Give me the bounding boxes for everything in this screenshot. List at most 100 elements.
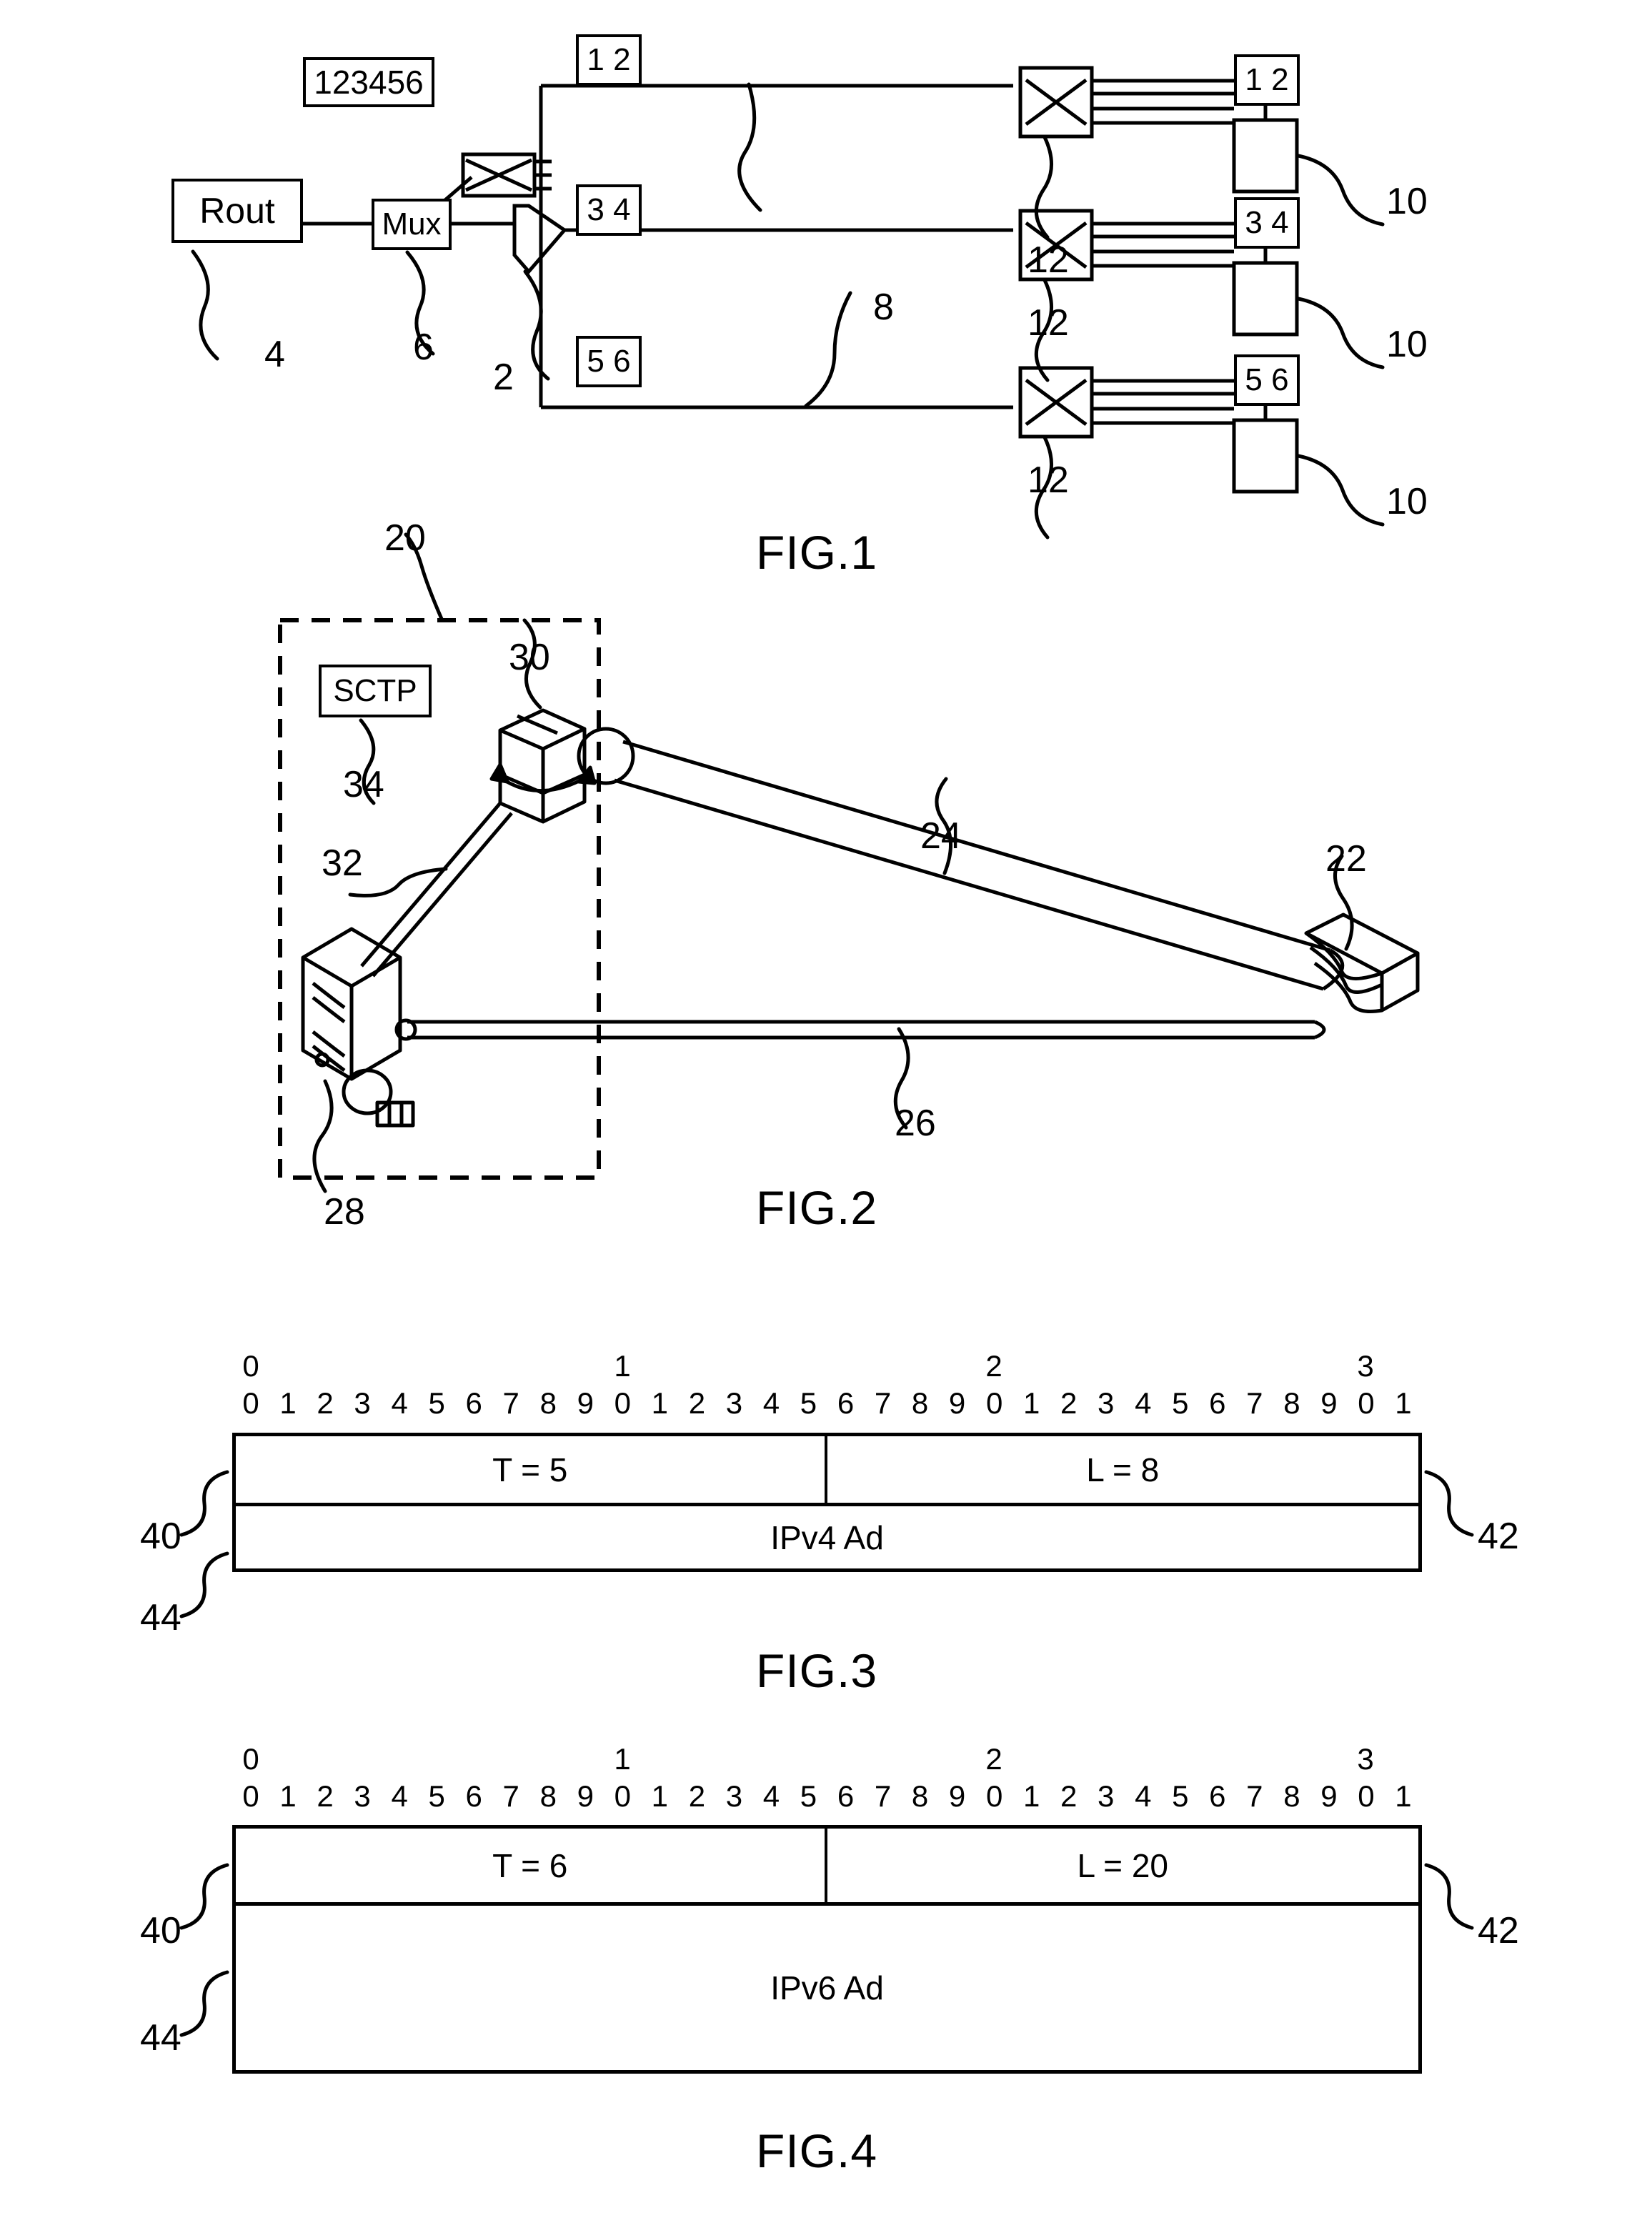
bit-label: 1 <box>279 1779 297 1813</box>
bit-label: 9 <box>1320 1386 1338 1420</box>
ref-24: 24 <box>920 815 962 857</box>
link-24-edge-top <box>622 740 1331 953</box>
lambda-box-34: 3 4 <box>576 184 642 236</box>
bit-group-1: 1 <box>614 1742 631 1776</box>
bit-label: 5 <box>428 1779 445 1813</box>
node-30-joint <box>577 727 635 785</box>
bit-label: 1 <box>651 1386 669 1420</box>
bit-label: 9 <box>948 1386 966 1420</box>
leader-10c <box>1296 454 1385 527</box>
dest-12-label: 1 2 <box>1245 62 1289 97</box>
ref-2: 2 <box>493 357 514 398</box>
bit-label: 6 <box>465 1779 482 1813</box>
fig2-caption: FIG.2 <box>756 1181 878 1234</box>
sctp-label: SCTP <box>333 673 417 708</box>
bit-label: 8 <box>1283 1779 1300 1813</box>
ref-4: 4 <box>264 334 285 375</box>
bit-label: 4 <box>1135 1779 1152 1813</box>
host-28-vent-1 <box>312 982 346 1009</box>
ref-28: 28 <box>324 1191 365 1233</box>
bit-label: 8 <box>911 1779 929 1813</box>
ref-40-fig4: 40 <box>140 1910 181 1951</box>
bit-label: 5 <box>1172 1779 1189 1813</box>
bit-label: 0 <box>985 1386 1003 1420</box>
bit-label: 6 <box>1209 1779 1226 1813</box>
bit-label: 5 <box>1172 1386 1189 1420</box>
host-28-vent-2 <box>312 996 346 1023</box>
lambda-56-label: 5 6 <box>587 344 631 379</box>
dest-box-56: 5 6 <box>1234 354 1300 406</box>
bit-label: 5 <box>800 1779 817 1813</box>
bit-label: 9 <box>948 1779 966 1813</box>
fig4-caption: FIG.4 <box>756 2124 878 2177</box>
mux-box[interactable]: Mux <box>372 199 452 250</box>
bit-label: 0 <box>614 1779 631 1813</box>
fig4-tlv-header-row: T = 6 L = 20 <box>236 1829 1418 1906</box>
host-28-vent-3 <box>312 1030 346 1058</box>
bit-label: 1 <box>651 1779 669 1813</box>
bit-label: 4 <box>762 1779 780 1813</box>
bit-label: 9 <box>1320 1779 1338 1813</box>
ref-26: 26 <box>895 1103 936 1144</box>
ref-6: 6 <box>413 327 434 368</box>
fig3-bit-ruler: 0 1 2 3 0 1 2 3 4 5 6 7 8 9 0 1 2 3 4 5 … <box>232 1349 1422 1423</box>
bit-label: 0 <box>614 1386 631 1420</box>
bit-label-row: 0 1 2 3 4 5 6 7 8 9 0 1 2 3 4 5 6 7 8 9 … <box>232 1386 1422 1421</box>
bit-label: 7 <box>502 1386 519 1420</box>
bit-label: 4 <box>1135 1386 1152 1420</box>
bit-group-2: 2 <box>985 1742 1002 1776</box>
bit-label: 6 <box>1209 1386 1226 1420</box>
bit-group-1: 1 <box>614 1349 631 1383</box>
bit-label: 1 <box>1395 1386 1412 1420</box>
bit-label: 3 <box>1098 1779 1115 1813</box>
leader-8a <box>737 82 762 212</box>
fig4-type-cell: T = 6 <box>236 1829 827 1902</box>
sctp-box: SCTP <box>319 665 432 717</box>
bit-label: 4 <box>391 1386 408 1420</box>
bit-group-3: 3 <box>1357 1742 1374 1776</box>
ref-12-top: 12 <box>1027 239 1069 281</box>
stream-set-box: 123456 <box>303 57 434 107</box>
node-30-arrowhead-left <box>489 762 509 784</box>
lambda-34-label: 3 4 <box>587 192 631 227</box>
leader-28 <box>312 1079 334 1193</box>
patent-drawing-sheet: Rout Mux 123456 1 2 3 4 5 6 1 2 3 4 5 6 … <box>0 0 1652 2213</box>
bit-label: 6 <box>837 1779 855 1813</box>
bit-label: 8 <box>539 1779 557 1813</box>
leader-12a <box>1034 135 1053 239</box>
link-32-edge-a <box>360 802 502 968</box>
bit-label: 3 <box>725 1386 743 1420</box>
ref-34: 34 <box>343 764 384 805</box>
link-32-edge-b <box>372 812 513 978</box>
db-22-side-face <box>1380 951 1420 1013</box>
bit-label: 1 <box>279 1386 297 1420</box>
router-box[interactable]: Rout <box>171 179 303 243</box>
fig3-type-cell: T = 5 <box>236 1436 827 1503</box>
ref-40-fig3: 40 <box>140 1516 181 1557</box>
bit-label: 2 <box>317 1386 334 1420</box>
lambda-box-56: 5 6 <box>576 336 642 387</box>
bit-label: 2 <box>1060 1779 1078 1813</box>
bit-label: 7 <box>1246 1386 1263 1420</box>
lambda-box-12: 1 2 <box>576 34 642 86</box>
bit-label: 9 <box>577 1386 594 1420</box>
ref-20: 20 <box>384 517 426 559</box>
link-24-edge-bottom <box>614 778 1324 991</box>
dest-box-12: 1 2 <box>1234 54 1300 106</box>
bit-group-0: 0 <box>242 1349 259 1383</box>
node-30-top-edge <box>499 727 586 751</box>
bit-label: 3 <box>354 1386 371 1420</box>
bit-label: 3 <box>725 1779 743 1813</box>
node-30-lid-crease <box>517 714 558 735</box>
host-28-drive-knob <box>342 1068 393 1115</box>
bit-group-3: 3 <box>1357 1349 1374 1383</box>
bit-label: 0 <box>1358 1386 1375 1420</box>
bit-label: 6 <box>465 1386 482 1420</box>
ref-32: 32 <box>322 842 363 884</box>
router-label: Rout <box>199 191 275 231</box>
fig4-value-cell: IPv6 Ad <box>770 1969 884 2006</box>
leader-4 <box>191 249 219 361</box>
ref-42-fig3: 42 <box>1478 1516 1519 1557</box>
bit-label: 2 <box>317 1779 334 1813</box>
bit-label: 7 <box>1246 1779 1263 1813</box>
